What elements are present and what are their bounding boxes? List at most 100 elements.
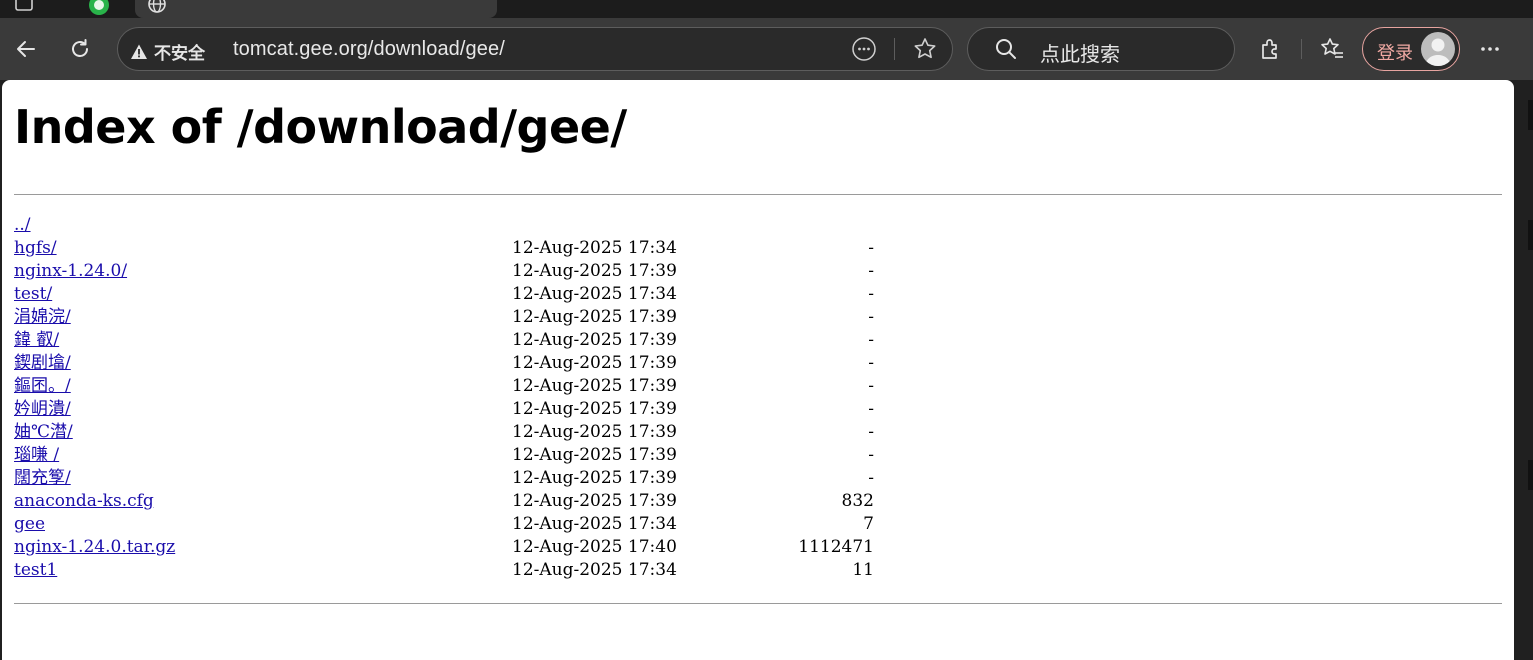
reload-icon: [72, 39, 88, 57]
listing-row: 瑙嗛 / 12-Aug-2025 17:39 -: [14, 444, 914, 467]
entry-date: 12-Aug-2025 17:34: [512, 560, 677, 580]
entry-date: 12-Aug-2025 17:39: [512, 445, 677, 465]
listing-row: gee 12-Aug-2025 17:34 7: [14, 513, 914, 536]
entry-date: 12-Aug-2025 17:39: [512, 353, 677, 373]
read-aloud-button[interactable]: [846, 31, 882, 67]
entry-date: 12-Aug-2025 17:34: [512, 514, 677, 534]
settings-more-button[interactable]: [1472, 31, 1508, 67]
back-arrow-icon: [17, 41, 35, 57]
search-placeholder: 点此搜索: [1040, 44, 1120, 66]
entry-link[interactable]: nginx-1.24.0.tar.gz: [14, 536, 175, 559]
listing-row: 涓婂浣/12-Aug-2025 17:39 -: [14, 306, 914, 329]
entry-size: -: [868, 376, 874, 396]
entry-link[interactable]: anaconda-ks.cfg: [14, 490, 154, 513]
listing-row: 闊充箰/12-Aug-2025 17:39 -: [14, 467, 914, 490]
security-label: 不安全: [154, 44, 205, 63]
site-security-indicator[interactable]: 不安全: [130, 39, 205, 64]
address-bar[interactable]: 不安全 tomcat.gee.org/download/gee/: [117, 27, 953, 71]
edge-mark: [1528, 220, 1533, 250]
entry-size: -: [868, 445, 874, 465]
toolbar-separator: [1301, 39, 1302, 59]
extensions-button[interactable]: [1253, 31, 1289, 67]
entry-size: -: [868, 399, 874, 419]
entry-size: 11: [852, 560, 874, 580]
listing-row: nginx-1.24.0/12-Aug-2025 17:39 -: [14, 260, 914, 283]
entry-date: 12-Aug-2025 17:39: [512, 307, 677, 327]
entry-date: 12-Aug-2025 17:39: [512, 376, 677, 396]
entry-link[interactable]: 妗岄潰/: [14, 398, 71, 421]
directory-listing: ../hgfs/12-Aug-2025 17:34- nginx-1.24.0/1…: [14, 214, 914, 582]
entry-size: -: [868, 261, 874, 281]
search-box[interactable]: 点此搜索: [967, 27, 1235, 71]
entry-link[interactable]: test/: [14, 283, 52, 306]
entry-link[interactable]: 鏂囨。/: [14, 375, 71, 398]
reload-button[interactable]: [62, 31, 98, 67]
user-silhouette-icon: [1425, 38, 1451, 66]
entry-date: 12-Aug-2025 17:40: [512, 537, 677, 557]
app-logo-icon: [88, 0, 109, 15]
favorites-button[interactable]: [1314, 31, 1350, 67]
entry-size: 832: [841, 491, 874, 511]
globe-icon: [147, 0, 167, 14]
entry-link[interactable]: gee: [14, 513, 45, 536]
favorites-star-list-icon: [1321, 38, 1343, 58]
entry-link[interactable]: hgfs/: [14, 237, 57, 260]
entry-link[interactable]: 瑙嗛 /: [14, 444, 59, 467]
edge-mark: [1528, 100, 1533, 130]
browser-toolbar: 不安全 tomcat.gee.org/download/gee/ 点此搜索 登录: [0, 18, 1533, 80]
entry-link[interactable]: 闊充箰/: [14, 467, 71, 490]
url-text[interactable]: tomcat.gee.org/download/gee/: [233, 38, 505, 61]
listing-row: 妗岄潰/12-Aug-2025 17:39 -: [14, 398, 914, 421]
entry-size: 1112471: [798, 537, 874, 557]
search-icon-wrap: [988, 31, 1024, 67]
tab-active[interactable]: [135, 0, 497, 18]
entry-size: -: [868, 238, 874, 258]
listing-row: anaconda-ks.cfg 12-Aug-2025 17:39 832: [14, 490, 914, 513]
listing-row: 鍏 叡/12-Aug-2025 17:39 -: [14, 329, 914, 352]
listing-row: 鍥剧墖/12-Aug-2025 17:39 -: [14, 352, 914, 375]
tab-strip: [0, 0, 1533, 18]
entry-link[interactable]: ../: [14, 214, 31, 237]
entry-date: 12-Aug-2025 17:39: [512, 330, 677, 350]
listing-row: test1 12-Aug-2025 17:34 11: [14, 559, 914, 582]
entry-date: 12-Aug-2025 17:34: [512, 238, 677, 258]
tab-actions-icon[interactable]: [14, 0, 34, 14]
entry-link[interactable]: test1: [14, 559, 57, 582]
entry-size: -: [868, 330, 874, 350]
bottom-divider: [14, 603, 1502, 604]
entry-link[interactable]: 鍥剧墖/: [14, 352, 71, 375]
back-button[interactable]: [8, 31, 44, 67]
window-edge: [1514, 80, 1533, 660]
entry-size: -: [868, 284, 874, 304]
entry-link[interactable]: 鍏 叡/: [14, 329, 59, 352]
more-dots-circle-icon: [852, 37, 876, 61]
entry-link[interactable]: nginx-1.24.0/: [14, 260, 127, 283]
entry-link[interactable]: 涓婂浣/: [14, 306, 71, 329]
listing-row: 妯℃澘/12-Aug-2025 17:39 -: [14, 421, 914, 444]
listing-row: 鏂囨。/ 12-Aug-2025 17:39 -: [14, 375, 914, 398]
listing-row: ../: [14, 214, 914, 237]
entry-size: -: [868, 353, 874, 373]
puzzle-icon: [1262, 39, 1277, 59]
entry-link[interactable]: 妯℃澘/: [14, 421, 73, 444]
address-separator: [894, 38, 895, 60]
login-label: 登录: [1377, 43, 1413, 63]
star-icon: [914, 38, 936, 59]
page-viewport: Index of /download/gee/ ../hgfs/12-Aug-2…: [2, 80, 1514, 660]
favorite-button[interactable]: [907, 31, 943, 67]
entry-size: 7: [863, 514, 874, 534]
top-divider: [14, 194, 1502, 195]
listing-row: test/12-Aug-2025 17:34 -: [14, 283, 914, 306]
entry-date: 12-Aug-2025 17:39: [512, 422, 677, 442]
entry-date: 12-Aug-2025 17:39: [512, 399, 677, 419]
more-horizontal-icon: [1481, 47, 1499, 51]
tab-inactive[interactable]: [0, 0, 135, 18]
avatar: [1421, 32, 1455, 66]
entry-date: 12-Aug-2025 17:34: [512, 284, 677, 304]
warning-icon: [131, 44, 147, 59]
login-button[interactable]: 登录: [1362, 27, 1460, 71]
entry-size: -: [868, 422, 874, 442]
page-title: Index of /download/gee/: [14, 100, 627, 154]
listing-row: hgfs/12-Aug-2025 17:34 -: [14, 237, 914, 260]
entry-date: 12-Aug-2025 17:39: [512, 491, 677, 511]
